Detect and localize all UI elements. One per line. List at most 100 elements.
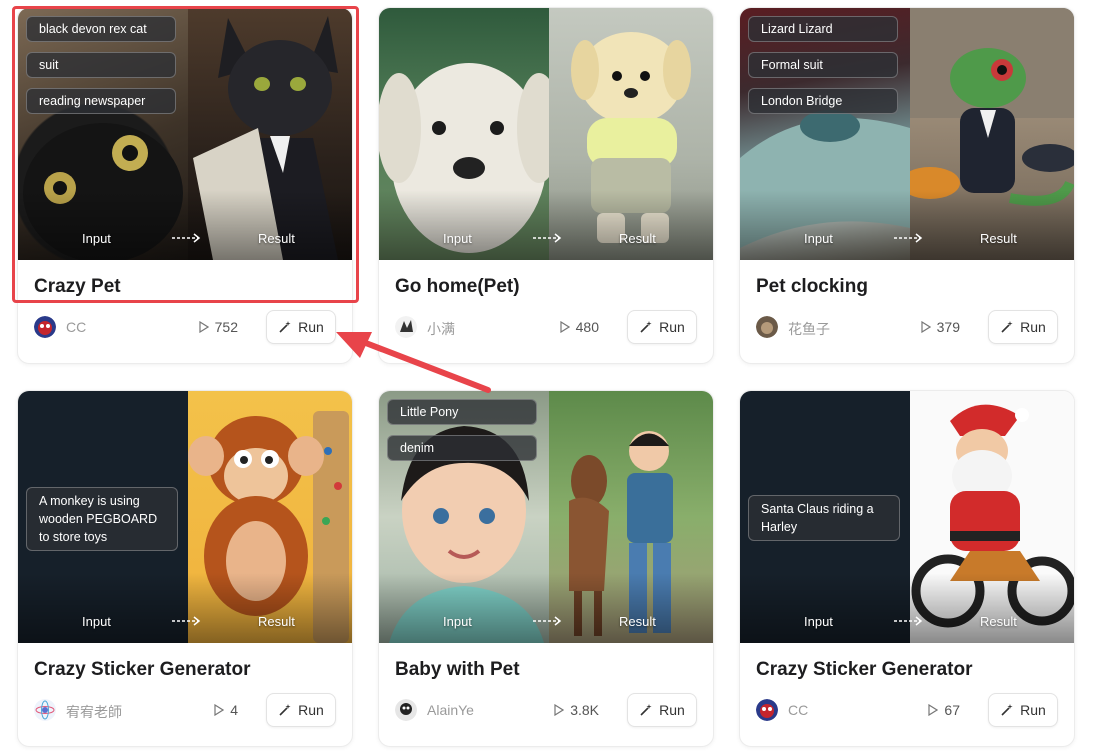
result-image bbox=[910, 391, 1074, 643]
prompt-tag: Little Pony bbox=[387, 399, 537, 425]
author-name[interactable]: AlainYe bbox=[427, 702, 474, 718]
result-image bbox=[549, 391, 713, 643]
avatar[interactable] bbox=[34, 699, 56, 721]
avatar[interactable] bbox=[395, 699, 417, 721]
prompt-tag: suit bbox=[26, 52, 176, 78]
prompt-tags: black devon rex cat suit reading newspap… bbox=[26, 16, 176, 114]
arrow-right-icon bbox=[172, 233, 201, 243]
play-count: 4 bbox=[214, 702, 238, 718]
author-name[interactable]: CC bbox=[66, 319, 86, 335]
card-title[interactable]: Crazy Pet bbox=[34, 276, 121, 298]
input-label: Input bbox=[804, 231, 833, 246]
run-button-label: Run bbox=[659, 702, 685, 718]
author-name[interactable]: CC bbox=[788, 702, 808, 718]
play-count-value: 752 bbox=[214, 319, 238, 335]
run-button[interactable]: Run bbox=[627, 693, 697, 727]
card-title[interactable]: Go home(Pet) bbox=[395, 276, 520, 298]
play-count-value: 4 bbox=[230, 702, 238, 718]
play-count: 3.8K bbox=[554, 702, 599, 718]
result-label: Result bbox=[980, 614, 1017, 629]
play-count: 379 bbox=[921, 319, 960, 335]
prompt-tag: Santa Claus riding a Harley bbox=[748, 495, 900, 541]
card-title[interactable]: Pet clocking bbox=[756, 276, 868, 298]
prompt-tag: Lizard Lizard bbox=[748, 16, 898, 42]
monkey-sticker-illustration bbox=[188, 411, 349, 643]
arrow-right-icon bbox=[533, 616, 562, 626]
prompt-tags: Lizard Lizard Formal suit London Bridge bbox=[748, 16, 898, 114]
card-title[interactable]: Baby with Pet bbox=[395, 659, 520, 681]
run-button-label: Run bbox=[659, 319, 685, 335]
arrow-right-icon bbox=[172, 616, 201, 626]
run-button-label: Run bbox=[298, 702, 324, 718]
author-name[interactable]: 小满 bbox=[427, 319, 455, 339]
avatar[interactable] bbox=[756, 316, 778, 338]
result-image bbox=[910, 8, 1074, 260]
app-card-crazy-pet[interactable]: black devon rex cat suit reading newspap… bbox=[17, 7, 353, 364]
puppy-illustration bbox=[379, 63, 549, 253]
magic-wand-icon bbox=[640, 321, 652, 333]
play-icon bbox=[560, 321, 570, 333]
run-button[interactable]: Run bbox=[266, 693, 336, 727]
prompt-tag: denim bbox=[387, 435, 537, 461]
app-grid: black devon rex cat suit reading newspap… bbox=[0, 0, 1096, 753]
play-count-value: 379 bbox=[936, 319, 960, 335]
app-card-baby-with-pet[interactable]: Little Pony denim Input Result Baby with… bbox=[378, 390, 714, 747]
magic-wand-icon bbox=[640, 704, 652, 716]
card-footer: 小满 480 Run bbox=[395, 310, 697, 344]
avatar[interactable] bbox=[395, 316, 417, 338]
magic-wand-icon bbox=[279, 704, 291, 716]
run-button[interactable]: Run bbox=[627, 310, 697, 344]
result-label: Result bbox=[258, 231, 295, 246]
play-icon bbox=[554, 704, 565, 716]
preview-image: Santa Claus riding a Harley Input Result bbox=[740, 391, 1074, 643]
prompt-tag: London Bridge bbox=[748, 88, 898, 114]
preview-image: A monkey is using wooden PEGBOARD to sto… bbox=[18, 391, 352, 643]
preview-image: Input Result bbox=[379, 8, 713, 260]
author-name[interactable]: 宥宥老師 bbox=[66, 702, 122, 722]
prompt-tag: black devon rex cat bbox=[26, 16, 176, 42]
author-name[interactable]: 花鱼子 bbox=[788, 319, 830, 339]
result-image bbox=[188, 8, 352, 260]
magic-wand-icon bbox=[1001, 321, 1013, 333]
card-title[interactable]: Crazy Sticker Generator bbox=[756, 659, 973, 681]
card-title[interactable]: Crazy Sticker Generator bbox=[34, 659, 251, 681]
run-button-label: Run bbox=[1020, 319, 1046, 335]
run-button[interactable]: Run bbox=[988, 693, 1058, 727]
arrow-right-icon bbox=[894, 616, 923, 626]
magic-wand-icon bbox=[279, 321, 291, 333]
app-card-pet-clocking[interactable]: Lizard Lizard Formal suit London Bridge … bbox=[739, 7, 1075, 364]
preview-image: black devon rex cat suit reading newspap… bbox=[18, 8, 352, 260]
avatar[interactable] bbox=[34, 316, 56, 338]
play-icon bbox=[199, 321, 209, 333]
app-card-crazy-sticker-generator[interactable]: A monkey is using wooden PEGBOARD to sto… bbox=[17, 390, 353, 747]
arrow-right-icon bbox=[894, 233, 923, 243]
play-count: 480 bbox=[560, 319, 599, 335]
play-count-value: 3.8K bbox=[570, 702, 599, 718]
card-footer: AlainYe 3.8K Run bbox=[395, 693, 697, 727]
card-footer: 宥宥老師 4 Run bbox=[34, 693, 336, 727]
result-image bbox=[549, 8, 713, 260]
prompt-tags: A monkey is using wooden PEGBOARD to sto… bbox=[26, 487, 178, 551]
play-count-value: 67 bbox=[944, 702, 960, 718]
prompt-tags: Santa Claus riding a Harley bbox=[748, 495, 900, 541]
app-card-crazy-sticker-generator-santa[interactable]: Santa Claus riding a Harley Input Result… bbox=[739, 390, 1075, 747]
avatar[interactable] bbox=[756, 699, 778, 721]
run-button-label: Run bbox=[298, 319, 324, 335]
preview-image: Lizard Lizard Formal suit London Bridge … bbox=[740, 8, 1074, 260]
prompt-tag: reading newspaper bbox=[26, 88, 176, 114]
play-count: 752 bbox=[199, 319, 238, 335]
app-card-go-home-pet[interactable]: Input Result Go home(Pet) 小满 480 Run bbox=[378, 7, 714, 364]
input-label: Input bbox=[443, 614, 472, 629]
run-button[interactable]: Run bbox=[266, 310, 336, 344]
boy-with-pony-illustration bbox=[569, 431, 673, 636]
run-button[interactable]: Run bbox=[988, 310, 1058, 344]
santa-motorcycle-illustration bbox=[911, 404, 1074, 628]
input-label: Input bbox=[804, 614, 833, 629]
plush-puppy-illustration bbox=[571, 32, 691, 243]
play-icon bbox=[921, 321, 931, 333]
play-icon bbox=[928, 704, 939, 716]
magic-wand-icon bbox=[1001, 704, 1013, 716]
result-label: Result bbox=[619, 614, 656, 629]
lizard-in-suit-illustration bbox=[910, 8, 1074, 206]
card-footer: CC 67 Run bbox=[756, 693, 1058, 727]
